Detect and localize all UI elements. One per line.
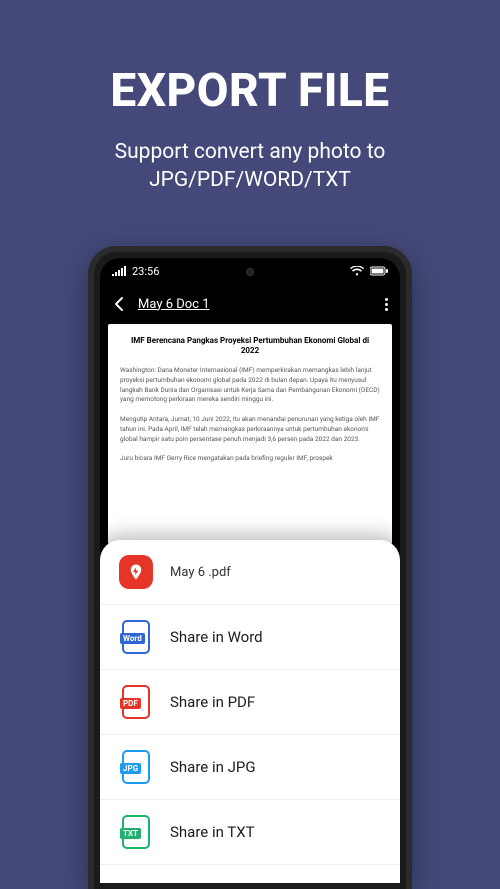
document-preview: IMF Berencana Pangkas Proyeksi Pertumbuh… [108, 324, 392, 544]
hero-sub-line2: JPG/PDF/WORD/TXT [149, 168, 351, 192]
hero-sub-line1: Support convert any photo to [115, 140, 386, 164]
hero-title: EXPORT FILE [0, 64, 500, 118]
word-file-icon: Word [118, 619, 154, 655]
export-filename-row: May 6 .pdf [100, 540, 400, 605]
share-word-option[interactable]: Word Share in Word [100, 605, 400, 670]
export-filename: May 6 .pdf [170, 565, 231, 580]
share-pdf-label: Share in PDF [170, 693, 255, 711]
pdf-app-icon [118, 554, 154, 590]
more-menu-icon[interactable] [385, 298, 388, 311]
share-pdf-option[interactable]: PDF Share in PDF [100, 670, 400, 735]
share-word-label: Share in Word [170, 628, 263, 646]
hero: EXPORT FILE Support convert any photo to… [0, 0, 500, 195]
camera-notch-icon [246, 268, 254, 276]
document-title[interactable]: May 6 Doc 1 [138, 297, 210, 312]
jpg-tag: JPG [120, 763, 141, 774]
phone-screen: 23:56 May 6 Doc 1 IMF Berencana Pangkas [100, 258, 400, 883]
txt-tag: TXT [120, 828, 141, 839]
status-time: 23:56 [132, 265, 159, 278]
hero-subtitle: Support convert any photo to JPG/PDF/WOR… [0, 138, 500, 195]
pdf-tag: PDF [120, 698, 141, 709]
document-heading: IMF Berencana Pangkas Proyeksi Pertumbuh… [120, 336, 380, 356]
word-tag: Word [120, 633, 145, 644]
share-txt-option[interactable]: TXT Share in TXT [100, 800, 400, 865]
signal-icon [112, 266, 126, 276]
share-jpg-option[interactable]: JPG Share in JPG [100, 735, 400, 800]
document-paragraph: Mengutip Antara, Jumat, 10 Juni 2022, it… [120, 415, 380, 444]
share-jpg-label: Share in JPG [170, 758, 256, 776]
txt-file-icon: TXT [118, 814, 154, 850]
battery-icon [370, 266, 388, 276]
jpg-file-icon: JPG [118, 749, 154, 785]
phone-frame: 23:56 May 6 Doc 1 IMF Berencana Pangkas [88, 246, 412, 889]
document-paragraph: Washington: Dana Moneter Internasional (… [120, 366, 380, 405]
app-header: May 6 Doc 1 [100, 284, 400, 324]
pdf-file-icon: PDF [118, 684, 154, 720]
back-icon[interactable] [112, 296, 128, 312]
export-sheet: May 6 .pdf Word Share in Word PDF Share … [100, 540, 400, 883]
wifi-icon [350, 266, 364, 276]
share-txt-label: Share in TXT [170, 823, 255, 841]
document-paragraph: Juru bicara IMF Gerry Rice mengatakan pa… [120, 454, 380, 464]
